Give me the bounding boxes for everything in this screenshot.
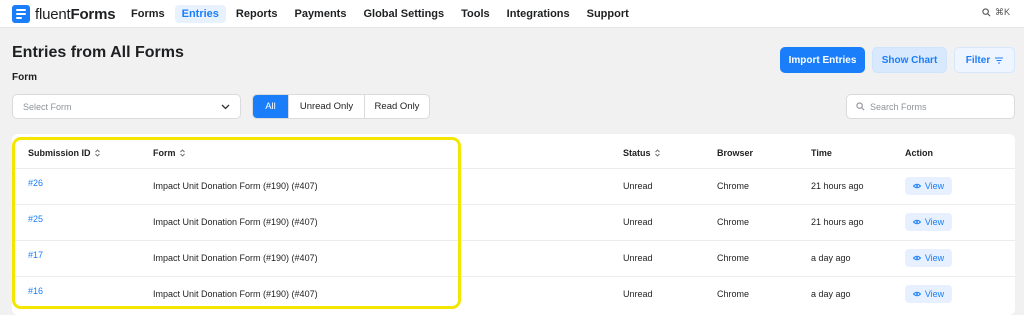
filter-button[interactable]: Filter — [954, 47, 1015, 73]
fluentforms-logo[interactable]: fluentForms — [12, 4, 116, 24]
tab-all[interactable]: All — [253, 95, 289, 118]
eye-icon — [912, 183, 921, 189]
show-chart-button[interactable]: Show Chart — [872, 47, 947, 73]
view-entry-button[interactable]: View — [905, 177, 952, 195]
time-cell: a day ago — [811, 289, 851, 299]
brand-name: fluentForms — [35, 5, 116, 23]
tab-read-only[interactable]: Read Only — [365, 95, 429, 118]
eye-icon — [912, 291, 921, 297]
browser-cell: Chrome — [717, 181, 750, 191]
column-header-time: Time — [811, 148, 832, 158]
select-form-placeholder: Select Form — [23, 101, 72, 112]
top-navigation-bar: fluentForms Forms Entries Reports Paymen… — [0, 0, 1024, 28]
nav-item-support[interactable]: Support — [580, 5, 636, 23]
column-header-status[interactable]: Status — [623, 148, 660, 158]
submission-id-link[interactable]: #26 — [28, 178, 43, 188]
chevron-down-icon — [221, 104, 230, 109]
entries-table: Submission ID Form Status Browser Time A… — [12, 134, 1015, 315]
row-divider — [12, 276, 1015, 277]
status-cell: Unread — [623, 289, 653, 299]
select-form-dropdown[interactable]: Select Form — [12, 94, 241, 119]
row-divider — [12, 168, 1015, 169]
search-forms-input[interactable]: Search Forms — [846, 94, 1015, 119]
nav-item-entries[interactable]: Entries — [174, 5, 226, 23]
browser-cell: Chrome — [717, 253, 750, 263]
main-nav: Forms Entries Reports Payments Global Se… — [124, 0, 639, 28]
shortcut-label: ⌘K — [994, 7, 1010, 17]
column-header-action: Action — [905, 148, 933, 158]
global-search-shortcut[interactable]: ⌘K — [982, 7, 1010, 18]
submission-id-link[interactable]: #25 — [28, 214, 43, 224]
sort-icon — [654, 149, 660, 157]
filter-button-label: Filter — [965, 54, 991, 66]
filter-icon — [995, 57, 1004, 63]
time-cell: 21 hours ago — [811, 181, 864, 191]
status-cell: Unread — [623, 253, 653, 263]
search-icon — [982, 8, 991, 17]
nav-item-tools[interactable]: Tools — [454, 5, 497, 23]
browser-cell: Chrome — [717, 217, 750, 227]
sort-icon — [179, 149, 185, 157]
view-entry-button[interactable]: View — [905, 213, 952, 231]
search-forms-placeholder: Search Forms — [870, 101, 927, 112]
page-title: Entries from All Forms — [12, 44, 184, 61]
column-header-submission-id[interactable]: Submission ID — [28, 148, 100, 158]
column-header-browser: Browser — [717, 148, 754, 158]
status-cell: Unread — [623, 217, 653, 227]
form-filter-label: Form — [12, 72, 37, 83]
eye-icon — [912, 219, 921, 225]
form-name-cell: Impact Unit Donation Form (#190) (#407) — [153, 217, 318, 227]
eye-icon — [912, 255, 921, 261]
sort-icon — [94, 149, 100, 157]
row-divider — [12, 204, 1015, 205]
view-entry-button[interactable]: View — [905, 249, 952, 267]
time-cell: a day ago — [811, 253, 851, 263]
column-header-form[interactable]: Form — [153, 148, 185, 158]
form-name-cell: Impact Unit Donation Form (#190) (#407) — [153, 253, 318, 263]
nav-item-integrations[interactable]: Integrations — [500, 5, 577, 23]
tab-unread-only[interactable]: Unread Only — [289, 95, 365, 118]
nav-item-global-settings[interactable]: Global Settings — [356, 5, 451, 23]
read-status-tabs: All Unread Only Read Only — [252, 94, 430, 119]
submission-id-link[interactable]: #16 — [28, 286, 43, 296]
browser-cell: Chrome — [717, 289, 750, 299]
row-divider — [12, 240, 1015, 241]
submission-id-link[interactable]: #17 — [28, 250, 43, 260]
nav-item-payments[interactable]: Payments — [287, 5, 353, 23]
form-name-cell: Impact Unit Donation Form (#190) (#407) — [153, 289, 318, 299]
status-cell: Unread — [623, 181, 653, 191]
nav-item-forms[interactable]: Forms — [124, 5, 172, 23]
view-entry-button[interactable]: View — [905, 285, 952, 303]
form-name-cell: Impact Unit Donation Form (#190) (#407) — [153, 181, 318, 191]
time-cell: 21 hours ago — [811, 217, 864, 227]
import-entries-button[interactable]: Import Entries — [780, 47, 865, 73]
fluentforms-logo-icon — [12, 5, 30, 23]
search-icon — [856, 102, 865, 111]
nav-item-reports[interactable]: Reports — [229, 5, 285, 23]
